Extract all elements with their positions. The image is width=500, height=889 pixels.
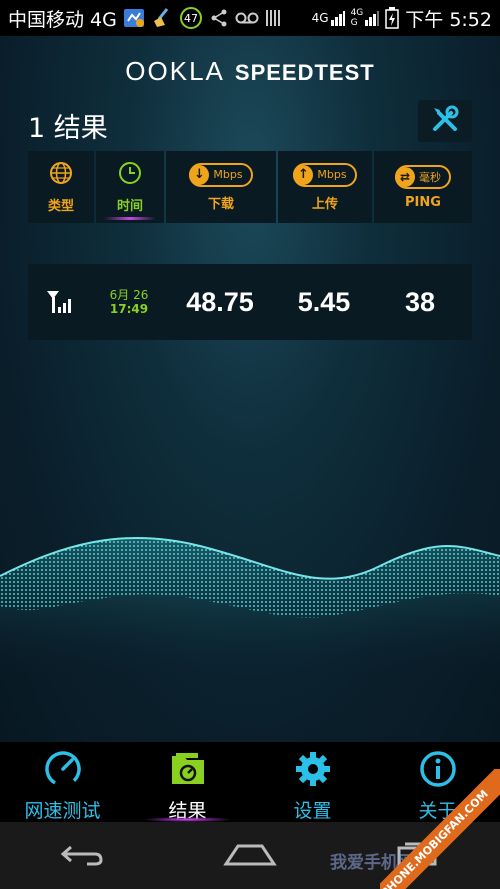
clock-label: 下午 5:52 <box>405 8 492 31</box>
progress-badge-icon: 47 <box>179 6 203 30</box>
download-arrow-icon: ↓ <box>189 164 210 185</box>
share-icon <box>209 8 229 28</box>
download-unit-pill: ↓ Mbps <box>189 162 253 187</box>
system-nav-bar <box>0 822 500 889</box>
result-ping: 38 <box>404 286 436 317</box>
result-upload: 5.45 <box>297 286 351 317</box>
column-time[interactable]: 时间 <box>96 151 164 223</box>
barcode-icon <box>265 8 283 28</box>
column-download-label: 下载 <box>207 196 234 212</box>
download-unit: Mbps <box>213 168 243 181</box>
result-count-title: 1 结果 <box>28 113 108 144</box>
bottom-nav: 网速测试 结果 设置 关于 <box>0 742 500 822</box>
upload-arrow-icon: ↑ <box>293 164 314 185</box>
signal-4g-icon: 4G <box>312 10 345 26</box>
gear-icon <box>294 750 332 792</box>
nav-results[interactable]: 结果 <box>125 742 250 822</box>
clock-icon <box>118 161 142 189</box>
result-download: 48.75 <box>186 286 254 317</box>
notif-badge-text: 47 <box>184 12 198 25</box>
watermark-text: 我爱手机网 <box>330 853 415 873</box>
table-row[interactable]: 6月 26 17:49 48.75 5.45 38 <box>28 264 472 340</box>
column-time-label: 时间 <box>116 198 143 214</box>
broom-icon <box>151 7 173 29</box>
logo-product: SPEEDTEST <box>234 60 375 85</box>
tools-button[interactable] <box>418 100 472 142</box>
carrier-label: 中国移动 4G <box>8 8 117 31</box>
app-notification-icon <box>123 7 145 29</box>
app-screen: OOKLA SPEEDTEST 1 结果 类型 时间 ↓ Mbps 下载 ↑ M… <box>0 36 500 742</box>
column-type-label: 类型 <box>47 198 74 214</box>
upload-unit: Mbps <box>317 168 347 181</box>
result-datetime: 6月 26 17:49 <box>94 288 164 316</box>
speedometer-icon <box>44 750 82 792</box>
status-bar: 中国移动 4G 47 4G 4G G 下午 5:52 <box>0 0 500 36</box>
globe-icon <box>49 161 73 189</box>
ping-unit: 毫秒 <box>419 170 441 184</box>
home-icon[interactable] <box>222 839 278 873</box>
nav-speedtest[interactable]: 网速测试 <box>0 742 125 822</box>
ping-unit-pill: ⇄ 毫秒 <box>395 164 451 189</box>
column-ping-label: PING <box>405 194 441 210</box>
nav-settings-label: 设置 <box>293 800 332 822</box>
column-upload[interactable]: ↑ Mbps 上传 <box>278 151 372 223</box>
back-icon[interactable] <box>57 839 107 873</box>
result-date: 6月 26 <box>109 288 149 302</box>
battery-charging-icon <box>385 7 400 29</box>
nav-results-label: 结果 <box>168 800 207 822</box>
nav-speedtest-label: 网速测试 <box>24 800 101 822</box>
result-time: 17:49 <box>109 302 149 316</box>
net-right-bottom-label: G <box>350 18 358 28</box>
wave-background-graphic <box>0 536 500 676</box>
app-logo: OOKLA SPEEDTEST <box>0 56 500 87</box>
net-left-label: 4G <box>311 10 329 25</box>
nav-settings[interactable]: 设置 <box>250 742 375 822</box>
cellular-signal-icon <box>28 289 90 315</box>
column-upload-label: 上传 <box>311 196 338 212</box>
column-download[interactable]: ↓ Mbps 下载 <box>166 151 276 223</box>
column-type[interactable]: 类型 <box>28 151 94 223</box>
tools-icon <box>430 104 460 138</box>
info-icon <box>419 750 457 792</box>
results-folder-icon <box>168 750 208 792</box>
results-header: 类型 时间 ↓ Mbps 下载 ↑ Mbps 上传 ⇄ 毫秒 PING <box>28 151 472 223</box>
logo-brand: OOKLA <box>125 56 225 86</box>
net-right-top-label: 4G <box>350 8 364 18</box>
voicemail-icon <box>235 11 259 25</box>
upload-unit-pill: ↑ Mbps <box>293 162 357 187</box>
column-ping[interactable]: ⇄ 毫秒 PING <box>374 151 472 223</box>
nav-about[interactable]: 关于 <box>375 742 500 822</box>
nav-about-label: 关于 <box>418 800 457 822</box>
signal-dual-icon: 4G G <box>351 8 380 28</box>
swap-arrows-icon: ⇄ <box>395 166 415 187</box>
